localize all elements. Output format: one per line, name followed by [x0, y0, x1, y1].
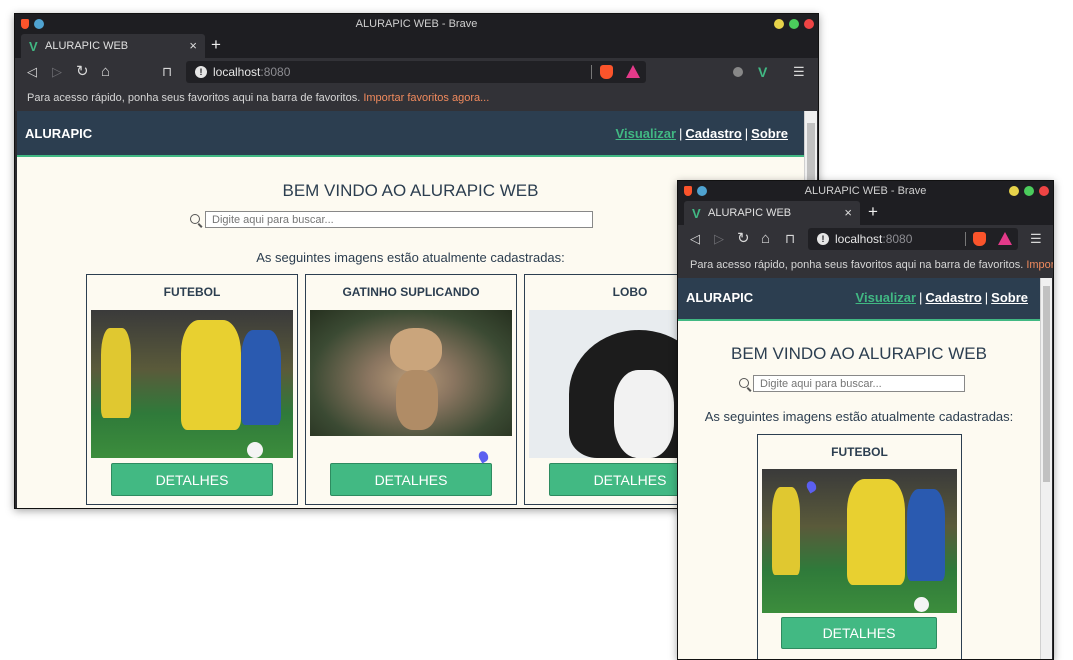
bookmarks-bar: Para acesso rápido, ponha seus favoritos… — [15, 86, 818, 111]
search-input[interactable] — [753, 375, 965, 392]
home-icon[interactable]: ⌂ — [761, 225, 770, 253]
bookmarks-hint: Para acesso rápido, ponha seus favoritos… — [27, 92, 361, 104]
home-icon[interactable]: ⌂ — [101, 58, 110, 86]
page-title: BEM VINDO AO ALURAPIC WEB — [730, 344, 987, 363]
window-title: ALURAPIC WEB - Brave — [355, 18, 478, 30]
page-scrollbar[interactable] — [1040, 278, 1052, 659]
details-button[interactable]: DETALHES — [111, 463, 273, 496]
bookmarks-hint: Para acesso rápido, ponha seus favoritos… — [690, 259, 1024, 271]
extension-icon[interactable] — [733, 67, 743, 77]
vue-devtools-icon[interactable]: V — [758, 58, 767, 86]
url-text: localhost:8080 — [213, 65, 291, 79]
title-bar: ALURAPIC WEB - Brave — [678, 181, 1053, 201]
tab-close-icon[interactable]: × — [189, 34, 197, 58]
app-brand: ALURAPIC — [25, 126, 93, 141]
vue-favicon-icon: V — [692, 206, 701, 221]
site-info-icon[interactable]: ! — [817, 233, 829, 245]
window-menu-icon[interactable] — [697, 186, 707, 196]
window-menu-icon[interactable] — [34, 19, 44, 29]
address-bar[interactable]: ! localhost:8080 — [808, 228, 1018, 250]
brave-rewards-icon[interactable] — [998, 232, 1012, 245]
tab-label: ALURAPIC WEB — [708, 207, 792, 219]
bookmark-icon[interactable]: ⊓ — [162, 58, 172, 86]
kitten-begging-image — [310, 310, 512, 436]
address-separator — [591, 65, 592, 79]
brave-rewards-icon[interactable] — [626, 65, 640, 78]
menu-icon[interactable]: ☰ — [1030, 225, 1042, 253]
nav-link-sobre[interactable]: Sobre — [751, 126, 788, 141]
photo-card: FUTEBOL DETALHES — [757, 434, 962, 659]
back-icon[interactable]: ◁ — [690, 225, 700, 253]
forward-icon[interactable]: ▷ — [52, 58, 62, 86]
card-title: FUTEBOL — [163, 285, 221, 299]
tab-label: ALURAPIC WEB — [45, 40, 129, 52]
new-tab-button[interactable]: + — [211, 34, 221, 56]
nav-link-cadastro[interactable]: Cadastro — [925, 290, 981, 305]
nav-link-cadastro[interactable]: Cadastro — [685, 126, 741, 141]
import-bookmarks-link[interactable]: Importar favoritos agora... — [363, 92, 489, 104]
brave-icon — [21, 19, 29, 29]
brave-shields-icon[interactable] — [973, 232, 986, 246]
forward-icon[interactable]: ▷ — [714, 225, 724, 253]
minimize-button[interactable] — [774, 19, 784, 29]
nav-link-sobre[interactable]: Sobre — [991, 290, 1028, 305]
brave-shields-icon[interactable] — [600, 65, 613, 79]
search-icon — [739, 378, 749, 388]
title-bar: ALURAPIC WEB - Brave — [15, 14, 818, 34]
soccer-players-image — [91, 310, 293, 458]
import-bookmarks-link[interactable]: Impor... — [1026, 259, 1053, 271]
photo-card: GATINHO SUPLICANDO DETALHES — [305, 274, 517, 505]
minimize-button[interactable] — [1009, 186, 1019, 196]
search-icon — [190, 214, 200, 224]
scrollbar-thumb[interactable] — [1043, 286, 1050, 482]
soccer-players-image — [762, 469, 957, 613]
card-title: FUTEBOL — [831, 445, 888, 459]
app-nav: Visualizar | Cadastro | Sobre — [856, 290, 1028, 305]
bookmarks-bar: Para acesso rápido, ponha seus favoritos… — [678, 253, 1053, 278]
maximize-button[interactable] — [1024, 186, 1034, 196]
nav-link-visualizar[interactable]: Visualizar — [856, 290, 916, 305]
url-text: localhost:8080 — [835, 232, 913, 246]
reload-icon[interactable]: ↻ — [737, 225, 750, 253]
page-subtitle: As seguintes imagens estão atualmente ca… — [704, 409, 1014, 424]
address-separator — [965, 232, 966, 246]
app-header: ALURAPIC Visualizar | Cadastro | Sobre — [17, 111, 804, 157]
card-title: GATINHO SUPLICANDO — [342, 285, 480, 299]
search-input[interactable] — [205, 211, 593, 228]
nav-separator: | — [679, 126, 683, 141]
nav-separator: | — [984, 290, 989, 305]
tab-alurapic[interactable]: V ALURAPIC WEB × — [684, 201, 860, 225]
nav-toolbar: ◁ ▷ ↻ ⌂ ⊓ ! localhost:8080 ☰ — [678, 225, 1053, 253]
menu-icon[interactable]: ☰ — [793, 58, 805, 86]
details-button[interactable]: DETALHES — [330, 463, 492, 496]
brave-icon — [684, 186, 692, 196]
window-title: ALURAPIC WEB - Brave — [804, 185, 927, 197]
vue-favicon-icon: V — [29, 39, 38, 54]
back-icon[interactable]: ◁ — [27, 58, 37, 86]
tab-strip: V ALURAPIC WEB × + — [678, 201, 1053, 225]
page-viewport: ALURAPIC Visualizar | Cadastro | Sobre BEM V… — [678, 278, 1040, 659]
bookmark-icon[interactable]: ⊓ — [785, 225, 795, 253]
tab-alurapic[interactable]: V ALURAPIC WEB × — [21, 34, 205, 58]
photo-card: FUTEBOL DETALHES — [86, 274, 298, 505]
site-info-icon[interactable]: ! — [195, 66, 207, 78]
address-bar[interactable]: ! localhost:8080 — [186, 61, 646, 83]
nav-separator: | — [919, 290, 923, 305]
maximize-button[interactable] — [789, 19, 799, 29]
app-header: ALURAPIC Visualizar | Cadastro | Sobre — [678, 278, 1040, 321]
tab-strip: V ALURAPIC WEB × + — [15, 34, 818, 58]
nav-separator: | — [744, 126, 749, 141]
reload-icon[interactable]: ↻ — [76, 58, 89, 86]
nav-toolbar: ◁ ▷ ↻ ⌂ ⊓ ! localhost:8080 V ☰ — [15, 58, 818, 86]
app-brand: ALURAPIC — [686, 290, 754, 305]
new-tab-button[interactable]: + — [868, 201, 878, 223]
details-button[interactable]: DETALHES — [781, 617, 937, 649]
close-window-button[interactable] — [1039, 186, 1049, 196]
close-window-button[interactable] — [804, 19, 814, 29]
nav-link-visualizar[interactable]: Visualizar — [616, 126, 676, 141]
tab-close-icon[interactable]: × — [844, 201, 852, 225]
app-nav: Visualizar | Cadastro | Sobre — [616, 126, 788, 141]
browser-window-narrow: ALURAPIC WEB - Brave V ALURAPIC WEB × + … — [677, 180, 1054, 660]
